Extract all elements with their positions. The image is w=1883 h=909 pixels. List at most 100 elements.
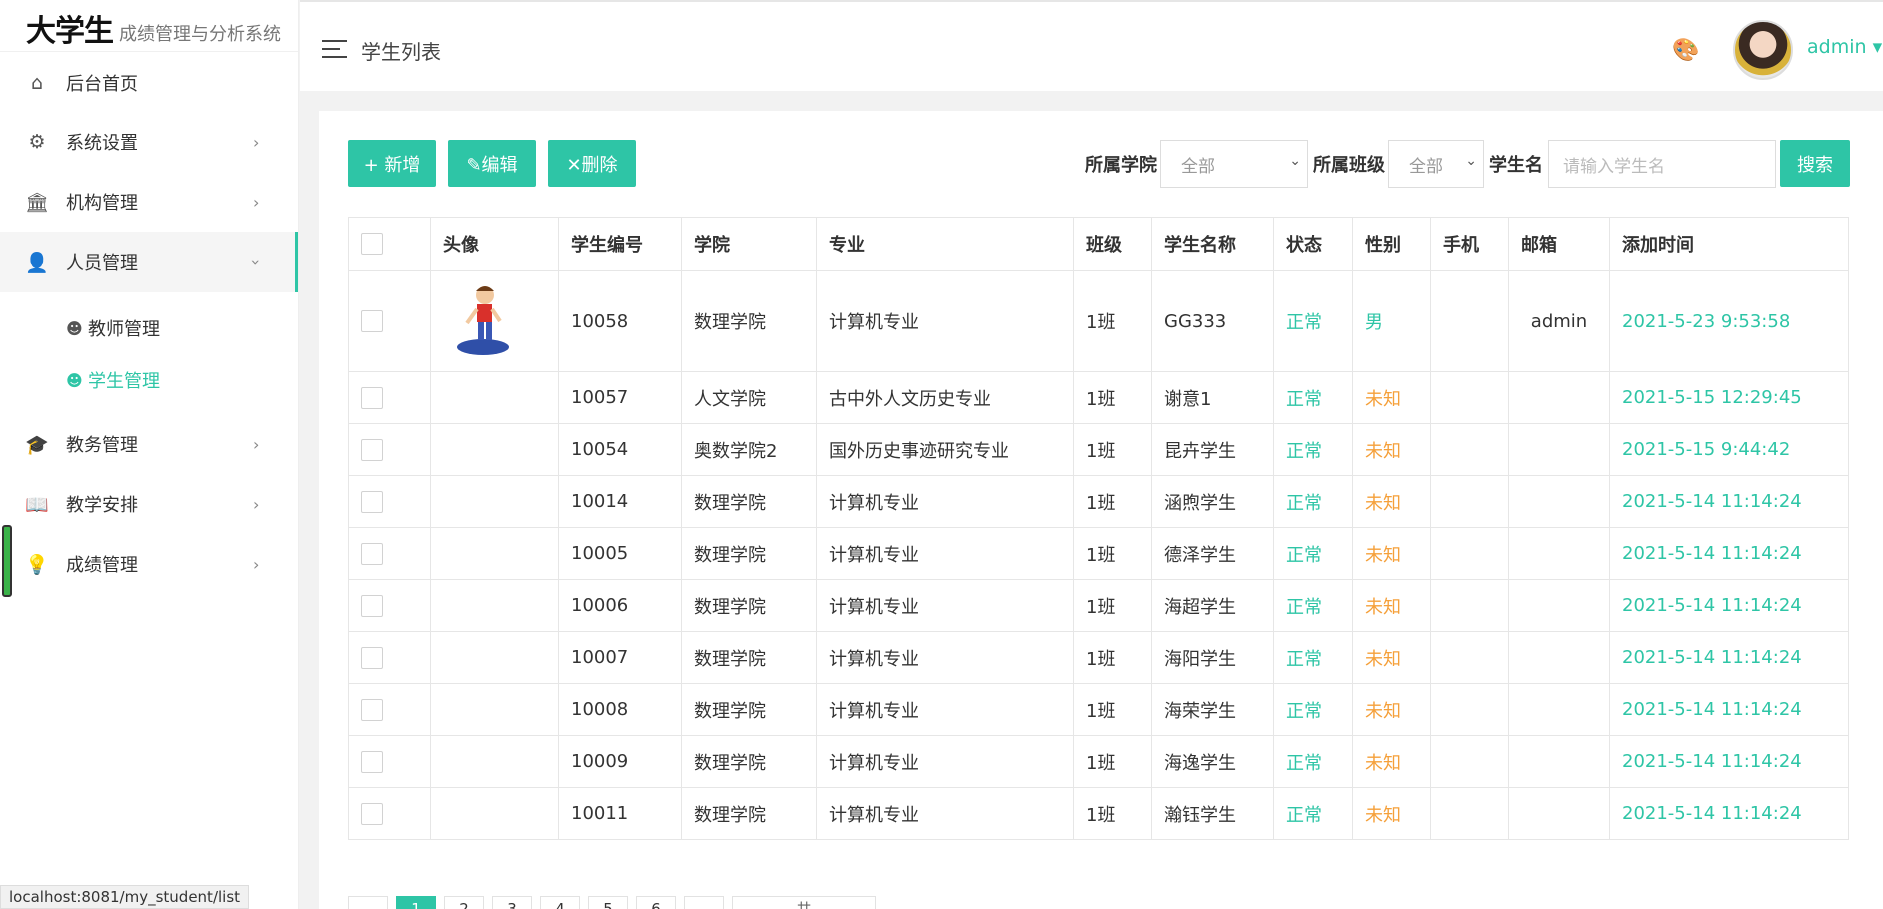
avatar-cell xyxy=(430,270,559,372)
table-row[interactable]: 10007 数理学院 计算机专业 1班 海阳学生 正常 未知 2021-5-14 11:14:… xyxy=(348,631,1849,684)
user-menu[interactable]: admin ▾ xyxy=(1807,36,1882,58)
page-button[interactable]: 2 xyxy=(444,896,484,909)
column-header: 学生编号 xyxy=(558,217,682,271)
email-cell xyxy=(1508,423,1610,476)
bank-icon: 🏛 xyxy=(24,191,50,214)
phone-cell xyxy=(1430,423,1509,476)
gender-cell: 未知 xyxy=(1352,735,1431,788)
status-bar-url: localhost:8081/my_student/list xyxy=(0,885,250,909)
sidebar-item-label: 教务管理 xyxy=(66,435,138,456)
avatar[interactable] xyxy=(1733,20,1793,80)
column-header: 添加时间 xyxy=(1609,217,1849,271)
phone-cell xyxy=(1430,683,1509,736)
table-row[interactable]: 10005 数理学院 计算机专业 1班 德泽学生 正常 未知 2021-5-14 11:14:… xyxy=(348,527,1849,580)
college-cell: 数理学院 xyxy=(681,683,817,736)
sidebar-item-teaching-schedule[interactable]: 📖 教学安排 › xyxy=(0,474,298,534)
table-row[interactable]: 10058 数理学院 计算机专业 1班 GG333 正常男 admin 2021-5-23 9… xyxy=(348,270,1849,372)
sidebar-subitem-teachers[interactable]: ☻ 教师管理 xyxy=(0,302,298,354)
page-button[interactable] xyxy=(684,896,724,909)
class-cell: 1班 xyxy=(1073,683,1152,736)
bulb-icon: 💡 xyxy=(25,553,49,576)
college-cell: 数理学院 xyxy=(681,579,817,632)
student-name-cell: 海超学生 xyxy=(1151,579,1274,632)
table-header-row: 头像 学生编号 学院 专业 班级 学生名称 状态 性别 手机 邮箱 添加时间 xyxy=(348,217,1849,271)
row-checkbox[interactable] xyxy=(361,646,383,669)
avatar-cell xyxy=(430,787,559,840)
table-row[interactable]: 10006 数理学院 计算机专业 1班 海超学生 正常 未知 2021-5-14 11:14:… xyxy=(348,579,1849,632)
row-checkbox[interactable] xyxy=(361,438,383,461)
row-checkbox[interactable] xyxy=(361,490,383,513)
chevron-right-icon: › xyxy=(253,192,260,212)
class-select[interactable]: 全部 ⌄ xyxy=(1388,140,1484,188)
page-button[interactable]: 1 xyxy=(396,896,436,909)
table-row[interactable]: 10054 奥数学院2 国外历史事迹研究专业 1班 昆卉学生 正常 未知 2021-5-15 … xyxy=(348,423,1849,476)
major-cell: 计算机专业 xyxy=(816,475,1074,528)
gender-cell: 未知 xyxy=(1352,371,1431,424)
status-cell: 正常 xyxy=(1273,787,1353,840)
college-cell: 数理学院 xyxy=(681,631,817,684)
menu-toggle-icon[interactable] xyxy=(322,40,347,58)
row-checkbox[interactable] xyxy=(361,310,383,332)
pagination-info: 共 xyxy=(732,896,876,909)
status-cell: 正常 xyxy=(1273,579,1353,632)
row-checkbox[interactable] xyxy=(361,802,383,825)
edit-button[interactable]: ✎编辑 xyxy=(448,140,536,187)
email-cell xyxy=(1508,631,1610,684)
major-cell: 计算机专业 xyxy=(816,735,1074,788)
page-button[interactable]: 6 xyxy=(636,896,676,909)
sidebar-item-grades[interactable]: 💡 成绩管理 › xyxy=(0,534,298,594)
page-button[interactable]: 3 xyxy=(492,896,532,909)
gender-cell: 男 xyxy=(1352,270,1431,372)
chevron-right-icon: › xyxy=(253,554,260,574)
row-checkbox[interactable] xyxy=(361,698,383,721)
face-icon: ☻ xyxy=(66,370,83,390)
table-row[interactable]: 10057 人文学院 古中外人文历史专业 1班 谢意1 正常 未知 2021-5-15 12:… xyxy=(348,371,1849,424)
page-button[interactable] xyxy=(348,896,388,909)
gender-cell: 未知 xyxy=(1352,423,1431,476)
sidebar-subitem-students[interactable]: ☻ 学生管理 xyxy=(0,354,298,406)
student-table: 头像 学生编号 学院 专业 班级 学生名称 状态 性别 手机 邮箱 添加时间 1… xyxy=(348,217,1849,840)
sidebar-item-label: 后台首页 xyxy=(66,74,138,95)
delete-button[interactable]: ✕删除 xyxy=(548,140,636,187)
sidebar-item-home[interactable]: ⌂ 后台首页 xyxy=(0,54,298,112)
row-checkbox[interactable] xyxy=(361,594,383,617)
email-cell xyxy=(1508,787,1610,840)
sidebar-item-academic-affairs[interactable]: 🎓 教务管理 › xyxy=(0,414,298,474)
college-select[interactable]: 全部 ⌄ xyxy=(1160,140,1308,188)
sidebar-item-label: 人员管理 xyxy=(66,253,138,274)
row-checkbox[interactable] xyxy=(361,542,383,565)
status-cell: 正常 xyxy=(1273,631,1353,684)
logo-text: 大学生 xyxy=(26,14,114,49)
added-time-cell: 2021-5-15 12:29:45 xyxy=(1609,371,1849,424)
email-cell xyxy=(1508,475,1610,528)
page-button[interactable]: 4 xyxy=(540,896,580,909)
logo-subtitle: 成绩管理与分析系统 xyxy=(119,24,281,45)
college-filter-label: 所属学院 xyxy=(1085,155,1157,176)
table-row[interactable]: 10008 数理学院 计算机专业 1班 海荣学生 正常 未知 2021-5-14 11:14:… xyxy=(348,683,1849,736)
table-row[interactable]: 10011 数理学院 计算机专业 1班 瀚钰学生 正常 未知 2021-5-14 11:14:… xyxy=(348,787,1849,840)
breadcrumb: 学生列表 xyxy=(361,40,441,64)
email-cell xyxy=(1508,527,1610,580)
class-cell: 1班 xyxy=(1073,735,1152,788)
row-checkbox[interactable] xyxy=(361,386,383,409)
page-button[interactable]: 5 xyxy=(588,896,628,909)
search-button[interactable]: 搜索 xyxy=(1780,140,1850,187)
added-time-cell: 2021-5-14 11:14:24 xyxy=(1609,787,1849,840)
table-row[interactable]: 10009 数理学院 计算机专业 1班 海逸学生 正常 未知 2021-5-14 11:14:… xyxy=(348,735,1849,788)
sidebar-item-organization[interactable]: 🏛 机构管理 › xyxy=(0,172,298,232)
sidebar-item-personnel[interactable]: 👤 人员管理 › xyxy=(0,232,298,292)
sidebar-item-system-settings[interactable]: ⚙ 系统设置 › xyxy=(0,112,298,172)
student-id-cell: 10009 xyxy=(558,735,682,788)
column-header: 学院 xyxy=(681,217,817,271)
add-button[interactable]: + 新增 xyxy=(348,140,436,187)
palette-icon[interactable]: 🎨 xyxy=(1672,38,1699,63)
column-header: 状态 xyxy=(1273,217,1353,271)
chevron-right-icon: › xyxy=(253,132,260,152)
student-name-input[interactable]: 请输入学生名 xyxy=(1548,140,1776,188)
table-row[interactable]: 10014 数理学院 计算机专业 1班 涵煦学生 正常 未知 2021-5-14 11:14:… xyxy=(348,475,1849,528)
select-all-checkbox[interactable] xyxy=(361,233,383,255)
class-cell: 1班 xyxy=(1073,270,1152,372)
student-name-cell: 昆卉学生 xyxy=(1151,423,1274,476)
row-checkbox[interactable] xyxy=(361,750,383,773)
phone-cell xyxy=(1430,735,1509,788)
